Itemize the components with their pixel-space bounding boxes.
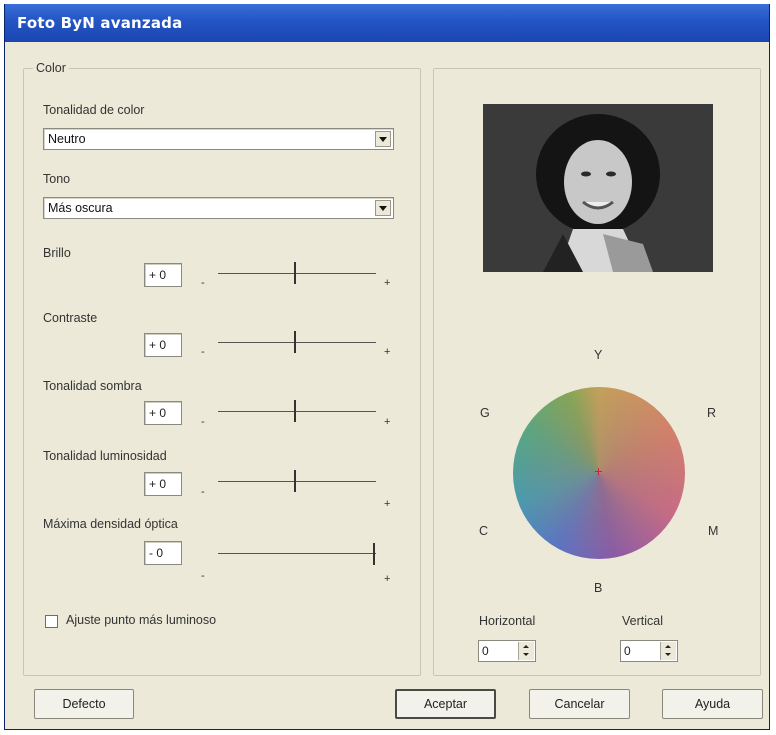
horizontal-label: Horizontal	[479, 614, 536, 628]
tono-label: Tono	[43, 172, 71, 186]
minus-sign: -	[201, 277, 205, 289]
vertical-label: Vertical	[622, 614, 663, 628]
title-bar[interactable]: Foto ByN avanzada	[5, 4, 769, 42]
contraste-input[interactable]: + 0	[144, 333, 182, 357]
minus-sign: -	[201, 486, 205, 498]
chevron-down-icon[interactable]	[375, 200, 391, 216]
color-group	[23, 68, 421, 676]
wheel-label-c: C	[479, 524, 489, 538]
horizontal-value: 0	[482, 644, 489, 658]
tonalidad-sombra-input[interactable]: + 0	[144, 401, 182, 425]
tono-value: Más oscura	[48, 201, 113, 215]
brillo-input[interactable]: + 0	[144, 263, 182, 287]
plus-sign: +	[384, 277, 391, 289]
minus-sign: -	[201, 570, 205, 582]
slider-label: Tonalidad luminosidad	[43, 449, 167, 463]
contraste-slider-thumb[interactable]	[294, 331, 296, 353]
contraste-slider[interactable]	[218, 342, 376, 343]
plus-sign: +	[384, 498, 391, 510]
brillo-slider-thumb[interactable]	[294, 262, 296, 284]
wheel-label-b: B	[594, 581, 603, 595]
plus-sign: +	[384, 416, 391, 428]
wheel-center-marker	[595, 468, 603, 476]
ajuste-checkbox[interactable]	[45, 615, 58, 628]
tonalidad-value: Neutro	[48, 132, 86, 146]
slider-label: Máxima densidad óptica	[43, 517, 178, 531]
wheel-label-r: R	[707, 406, 717, 420]
tonalidad-luminosidad-slider-thumb[interactable]	[294, 470, 296, 492]
wheel-label-g: G	[480, 406, 490, 420]
wheel-label-m: M	[708, 524, 719, 538]
color-group-legend: Color	[33, 61, 69, 75]
horizontal-spinner[interactable]: 0	[478, 640, 536, 662]
tonalidad-sombra-slider-thumb[interactable]	[294, 400, 296, 422]
plus-sign: +	[384, 573, 391, 585]
vertical-spinner[interactable]: 0	[620, 640, 678, 662]
maxima-densidad-input[interactable]: - 0	[144, 541, 182, 565]
minus-sign: -	[201, 346, 205, 358]
tonalidad-label: Tonalidad de color	[43, 103, 145, 117]
tono-select[interactable]: Más oscura	[43, 197, 394, 219]
spinner-arrows-icon[interactable]	[660, 642, 676, 660]
cancelar-button[interactable]: Cancelar	[529, 689, 630, 719]
slider-label: Contraste	[43, 311, 98, 325]
tonalidad-select[interactable]: Neutro	[43, 128, 394, 150]
brillo-slider[interactable]	[218, 273, 376, 274]
ayuda-button[interactable]: Ayuda	[662, 689, 763, 719]
tonalidad-luminosidad-slider[interactable]	[218, 481, 376, 482]
window-title: Foto ByN avanzada	[17, 14, 183, 32]
plus-sign: +	[384, 346, 391, 358]
tonalidad-luminosidad-input[interactable]: + 0	[144, 472, 182, 496]
slider-label: Tonalidad sombra	[43, 379, 142, 393]
portrait-image	[483, 104, 713, 272]
minus-sign: -	[201, 416, 205, 428]
defecto-button[interactable]: Defecto	[34, 689, 134, 719]
vertical-value: 0	[624, 644, 631, 658]
wheel-label-y: Y	[594, 348, 603, 362]
spinner-arrows-icon[interactable]	[518, 642, 534, 660]
maxima-densidad-slider-thumb[interactable]	[373, 543, 375, 565]
aceptar-button[interactable]: Aceptar	[395, 689, 496, 719]
tonalidad-sombra-slider[interactable]	[218, 411, 376, 412]
chevron-down-icon[interactable]	[375, 131, 391, 147]
ajuste-checkbox-label[interactable]: Ajuste punto más luminoso	[66, 613, 216, 627]
maxima-densidad-slider[interactable]	[218, 553, 376, 554]
preview-photo	[483, 104, 713, 272]
slider-label: Brillo	[43, 246, 71, 260]
